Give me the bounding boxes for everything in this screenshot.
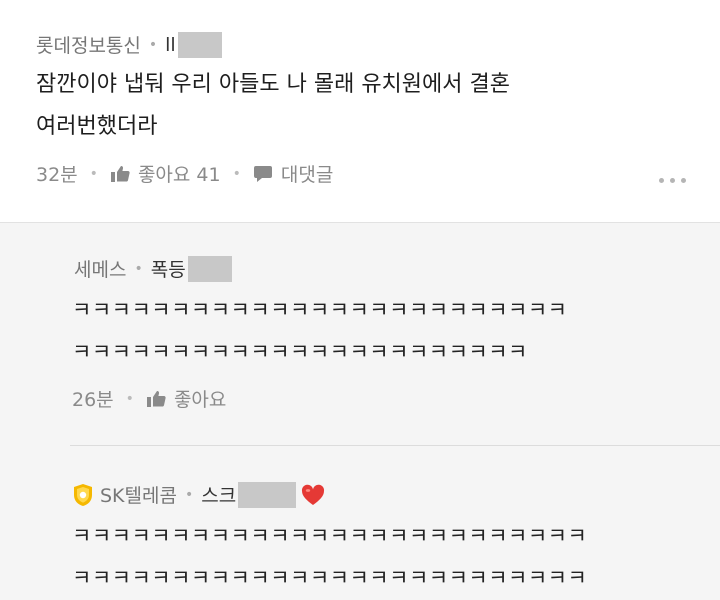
author-name[interactable]: 폭등 (151, 255, 186, 282)
replies-section: 세메스 • 폭등 ㅋㅋㅋㅋㅋㅋㅋㅋㅋㅋㅋㅋㅋㅋㅋㅋㅋㅋㅋㅋㅋㅋㅋㅋㅋ ㅋㅋㅋㅋㅋ… (0, 222, 720, 600)
separator-dot: • (125, 390, 134, 407)
comment-text-line: 여러번했더라 (36, 114, 158, 139)
separator-dot: • (134, 260, 143, 277)
separator-dot: • (89, 165, 98, 182)
reply-text: ㅋㅋㅋㅋㅋㅋㅋㅋㅋㅋㅋㅋㅋㅋㅋㅋㅋㅋㅋㅋㅋㅋㅋㅋㅋ ㅋㅋㅋㅋㅋㅋㅋㅋㅋㅋㅋㅋㅋㅋ… (72, 289, 568, 373)
comment-text: 잠깐이야 냅둬 우리 아들도 나 몰래 유치원에서 결혼 여러번했더라 (36, 64, 510, 148)
comment-meta: 롯데정보통신 • ll (36, 31, 222, 58)
reply-divider (70, 445, 720, 446)
like-label: 좋아요 41 (137, 164, 221, 186)
reply-actions: 26분 • 좋아요 (72, 385, 226, 412)
reply-meta: 세메스 • 폭등 (74, 255, 232, 282)
thumbs-up-icon (110, 165, 130, 183)
author-name[interactable]: ll (165, 34, 176, 56)
reply-button[interactable]: 대댓글 (253, 160, 333, 187)
company-name[interactable]: SK텔레콤 (100, 481, 177, 508)
speech-bubble-icon (253, 165, 273, 183)
reply-text-line: ㅋㅋㅋㅋㅋㅋㅋㅋㅋㅋㅋㅋㅋㅋㅋㅋㅋㅋㅋㅋㅋㅋㅋㅋㅋㅋ (72, 524, 588, 548)
reply-text-line: ㅋㅋㅋㅋㅋㅋㅋㅋㅋㅋㅋㅋㅋㅋㅋㅋㅋㅋㅋㅋㅋㅋㅋ (72, 340, 528, 364)
reply-text-line: ㅋㅋㅋㅋㅋㅋㅋㅋㅋㅋㅋㅋㅋㅋㅋㅋㅋㅋㅋㅋㅋㅋㅋㅋㅋ (72, 298, 568, 322)
company-badge-icon (72, 483, 94, 507)
reply-text: ㅋㅋㅋㅋㅋㅋㅋㅋㅋㅋㅋㅋㅋㅋㅋㅋㅋㅋㅋㅋㅋㅋㅋㅋㅋㅋ ㅋㅋㅋㅋㅋㅋㅋㅋㅋㅋㅋㅋㅋ… (72, 515, 587, 599)
redacted-name (187, 255, 232, 282)
like-label: 좋아요 (173, 389, 227, 411)
company-name[interactable]: 롯데정보통신 (36, 31, 141, 58)
reply-text-line: ㅋㅋㅋㅋㅋㅋㅋㅋㅋㅋㅋㅋㅋㅋㅋㅋㅋㅋㅋㅋㅋㅋㅋㅋㅋㅋ (72, 566, 588, 590)
redacted-name (238, 481, 297, 508)
separator-dot: • (184, 486, 194, 503)
thumbs-up-icon (146, 390, 166, 408)
comment-text-line: 잠깐이야 냅둬 우리 아들도 나 몰래 유치원에서 결혼 (36, 72, 510, 97)
like-button[interactable]: 좋아요 (146, 385, 226, 412)
reply-time: 26분 (72, 389, 114, 411)
more-options-icon[interactable] (659, 178, 686, 183)
separator-dot: • (232, 165, 241, 182)
redacted-name (177, 31, 222, 58)
like-button[interactable]: 좋아요 41 (110, 160, 221, 187)
reply-meta: SK텔레콤 • 스크 (72, 481, 326, 508)
comment-time: 32분 (36, 164, 78, 186)
reply-label: 대댓글 (280, 164, 334, 186)
company-name[interactable]: 세메스 (74, 255, 126, 282)
author-name[interactable]: 스크 (201, 481, 236, 508)
comment: 롯데정보통신 • ll 잠깐이야 냅둬 우리 아들도 나 몰래 유치원에서 결혼… (0, 0, 720, 222)
heart-icon (300, 483, 326, 507)
comment-actions: 32분 • 좋아요 41 • 대댓글 (36, 160, 333, 187)
separator-dot: • (148, 36, 158, 53)
